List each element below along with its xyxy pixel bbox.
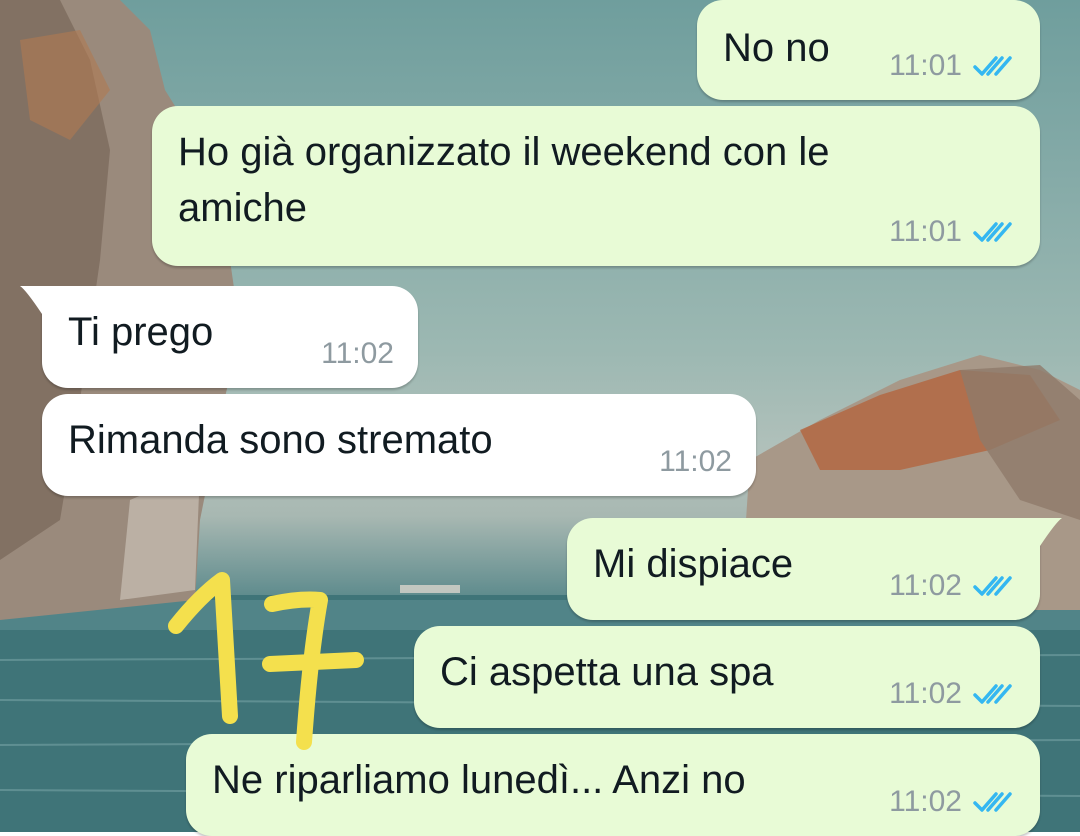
message-meta: 11:02 xyxy=(889,570,1016,602)
bubble-tail xyxy=(20,286,42,314)
double-check-icon xyxy=(973,684,1012,704)
message-timestamp: 11:02 xyxy=(659,445,732,478)
message-bubble-incoming[interactable]: Rimanda sono stremato 11:02 xyxy=(42,394,756,496)
message-timestamp: 11:02 xyxy=(889,677,962,710)
double-check-icon xyxy=(973,576,1012,596)
message-meta: 11:02 xyxy=(889,678,1016,710)
message-meta: 11:01 xyxy=(889,216,1016,248)
message-timestamp: 11:01 xyxy=(889,215,962,248)
message-text: Rimanda sono stremato xyxy=(68,418,493,462)
double-check-icon xyxy=(973,56,1012,76)
message-bubble-outgoing[interactable]: Mi dispiace 11:02 xyxy=(567,518,1062,620)
double-check-icon xyxy=(973,222,1012,242)
message-bubble-incoming[interactable]: Ti prego 11:02 xyxy=(20,286,418,388)
message-timestamp: 11:02 xyxy=(321,337,394,370)
message-bubble-outgoing[interactable]: Ci aspetta una spa 11:02 xyxy=(414,626,1040,728)
message-timestamp: 11:02 xyxy=(889,785,962,818)
double-check-icon xyxy=(973,792,1012,812)
message-bubble-outgoing[interactable]: Ho già organizzato il weekend con le ami… xyxy=(152,106,1040,266)
bubble-tail xyxy=(1040,518,1062,546)
message-meta: 11:02 xyxy=(659,446,732,478)
message-meta: 11:02 xyxy=(321,338,394,370)
message-meta: 11:01 xyxy=(889,50,1016,82)
message-meta: 11:02 xyxy=(889,786,1016,818)
message-bubble-outgoing[interactable]: Ne riparliamo lunedì... Anzi no 11:02 xyxy=(186,734,1040,836)
message-bubble-outgoing[interactable]: No no 11:01 xyxy=(697,0,1040,100)
message-timestamp: 11:01 xyxy=(889,49,962,82)
message-timestamp: 11:02 xyxy=(889,569,962,602)
